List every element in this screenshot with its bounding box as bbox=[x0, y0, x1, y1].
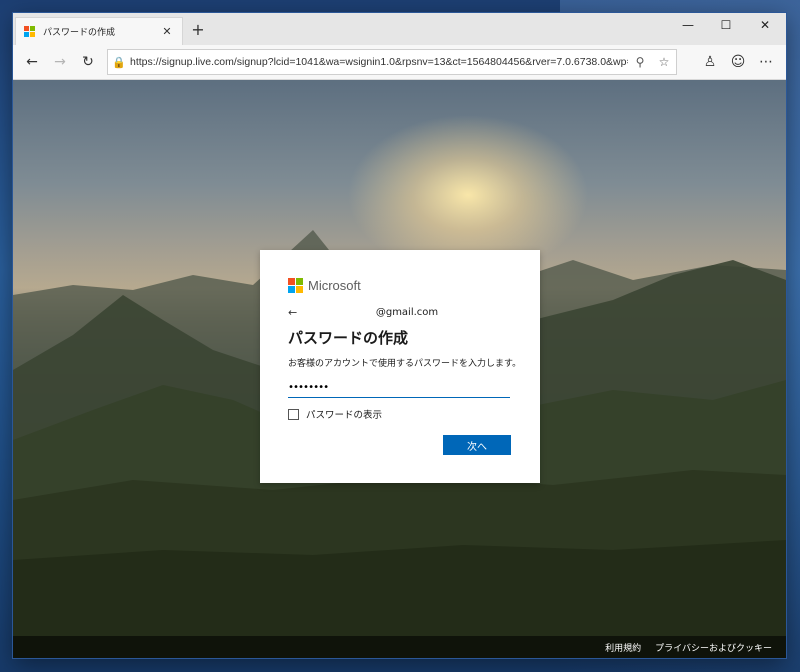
forward-button[interactable]: → bbox=[47, 49, 73, 75]
microsoft-logo-icon bbox=[288, 278, 303, 293]
tab-strip: パスワードの作成 ✕ + — ☐ ✕ bbox=[13, 13, 786, 45]
page-footer: 利用規約 プライバシーおよびクッキー bbox=[13, 636, 786, 658]
lock-icon[interactable]: 🔒 bbox=[108, 56, 130, 69]
microsoft-brand: Microsoft bbox=[288, 278, 361, 293]
new-tab-button[interactable]: + bbox=[187, 19, 209, 41]
tab-active[interactable]: パスワードの作成 ✕ bbox=[15, 17, 183, 45]
maximize-button[interactable]: ☐ bbox=[707, 13, 745, 37]
more-menu-icon[interactable]: ⋯ bbox=[753, 49, 779, 75]
brand-name: Microsoft bbox=[308, 278, 361, 293]
terms-link[interactable]: 利用規約 bbox=[605, 641, 641, 654]
address-bar[interactable]: 🔒 https://signup.live.com/signup?lcid=10… bbox=[107, 49, 677, 75]
identity-banner: ← @gmail.com bbox=[288, 305, 512, 319]
feedback-smiley-icon[interactable]: ☺ bbox=[725, 49, 751, 75]
account-email: @gmail.com bbox=[375, 306, 439, 318]
show-password-label: パスワードの表示 bbox=[306, 410, 383, 421]
page-viewport: Microsoft ← @gmail.com パスワードの作成 お客様のアカウン… bbox=[13, 80, 786, 658]
microsoft-favicon-icon bbox=[24, 26, 35, 37]
minimize-button[interactable]: — bbox=[669, 13, 707, 37]
favorite-star-icon[interactable]: ☆ bbox=[652, 55, 676, 69]
refresh-button[interactable]: ↻ bbox=[75, 49, 101, 75]
browser-toolbar: ← → ↻ 🔒 https://signup.live.com/signup?l… bbox=[13, 45, 786, 80]
key-icon[interactable]: ⚲ bbox=[628, 55, 652, 69]
signin-card: Microsoft ← @gmail.com パスワードの作成 お客様のアカウン… bbox=[260, 250, 540, 483]
tab-title: パスワードの作成 bbox=[43, 28, 116, 38]
back-arrow-icon[interactable]: ← bbox=[288, 306, 302, 319]
page-description: お客様のアカウントで使用するパスワードを入力します。 bbox=[288, 359, 522, 369]
privacy-link[interactable]: プライバシーおよびクッキー bbox=[655, 641, 772, 654]
back-button[interactable]: ← bbox=[19, 49, 45, 75]
next-button[interactable]: 次へ bbox=[443, 435, 511, 455]
show-password-toggle[interactable]: パスワードの表示 bbox=[288, 407, 382, 421]
show-password-checkbox[interactable] bbox=[288, 408, 299, 420]
url-text[interactable]: https://signup.live.com/signup?lcid=1041… bbox=[130, 56, 628, 68]
close-window-button[interactable]: ✕ bbox=[746, 13, 784, 37]
profile-icon[interactable]: ♙ bbox=[697, 49, 723, 75]
password-input[interactable] bbox=[288, 377, 510, 398]
browser-window: パスワードの作成 ✕ + — ☐ ✕ ← → ↻ 🔒 https://signu… bbox=[13, 13, 786, 658]
page-title: パスワードの作成 bbox=[288, 329, 409, 347]
tab-close-icon[interactable]: ✕ bbox=[160, 25, 174, 38]
